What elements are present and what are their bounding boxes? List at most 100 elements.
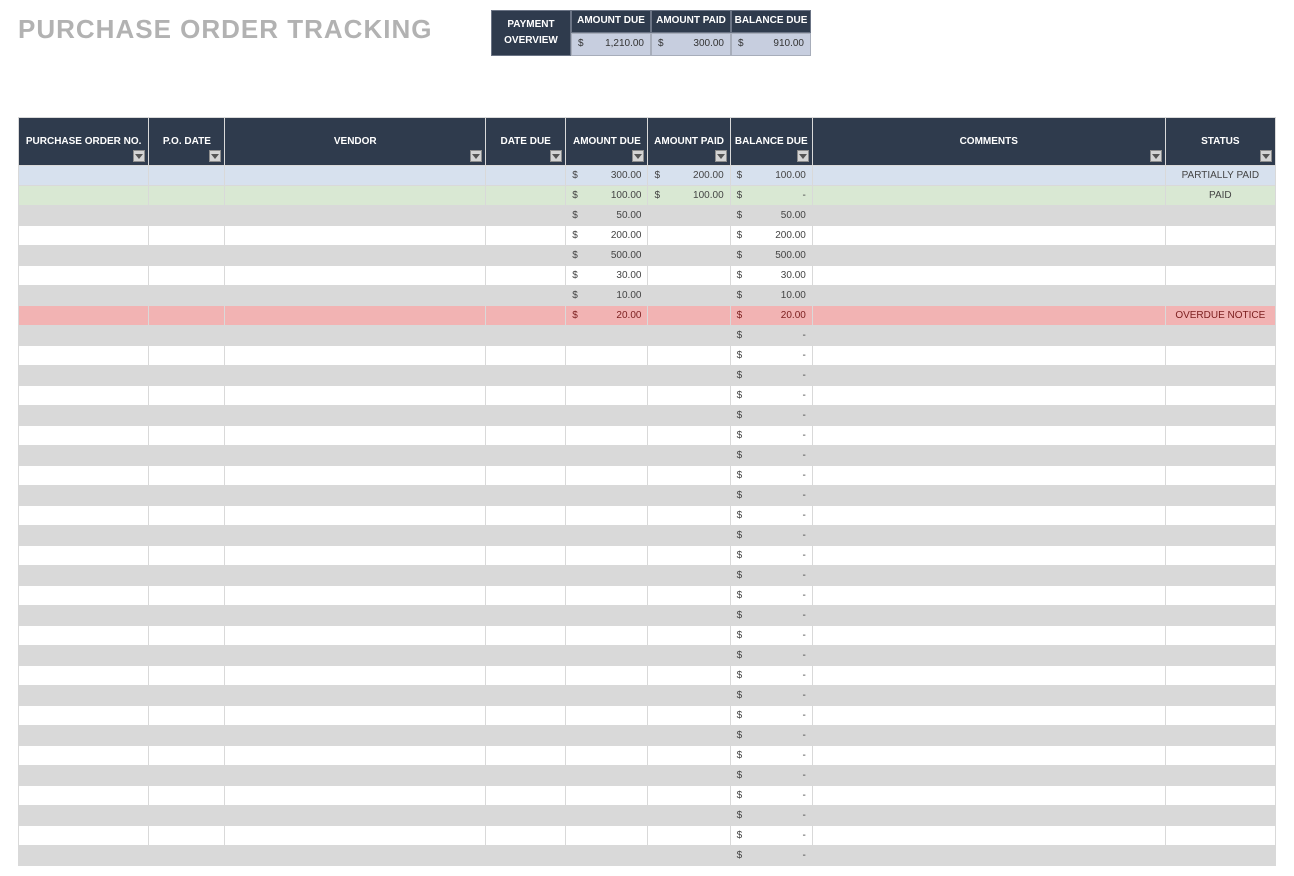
cell-balance-due[interactable]: $- — [730, 586, 812, 606]
table-row[interactable]: $- — [19, 606, 1276, 626]
cell-comments[interactable] — [812, 566, 1165, 586]
cell-balance-due[interactable]: $- — [730, 426, 812, 446]
cell-status[interactable] — [1165, 346, 1275, 366]
cell-status[interactable] — [1165, 726, 1275, 746]
col-header-comments[interactable]: COMMENTS — [812, 118, 1165, 166]
cell-date-due[interactable] — [486, 306, 566, 326]
cell-amount-due[interactable] — [566, 626, 648, 646]
col-header-po-no[interactable]: PURCHASE ORDER NO. — [19, 118, 149, 166]
cell-comments[interactable] — [812, 186, 1165, 206]
table-row[interactable]: $20.00$20.00OVERDUE NOTICE — [19, 306, 1276, 326]
cell-balance-due[interactable]: $- — [730, 606, 812, 626]
table-row[interactable]: $300.00$200.00$100.00PARTIALLY PAID — [19, 166, 1276, 186]
table-row[interactable]: $- — [19, 466, 1276, 486]
filter-icon[interactable] — [550, 150, 562, 162]
cell-amount-due[interactable]: $100.00 — [566, 186, 648, 206]
table-row[interactable]: $- — [19, 346, 1276, 366]
table-row[interactable]: $- — [19, 766, 1276, 786]
cell-po-no[interactable] — [19, 206, 149, 226]
cell-amount-due[interactable] — [566, 706, 648, 726]
cell-comments[interactable] — [812, 726, 1165, 746]
cell-po-no[interactable] — [19, 386, 149, 406]
cell-po-date[interactable] — [149, 606, 225, 626]
cell-vendor[interactable] — [225, 766, 486, 786]
cell-amount-paid[interactable] — [648, 746, 730, 766]
cell-balance-due[interactable]: $- — [730, 446, 812, 466]
cell-po-no[interactable] — [19, 486, 149, 506]
cell-status[interactable] — [1165, 326, 1275, 346]
table-row[interactable]: $- — [19, 506, 1276, 526]
cell-date-due[interactable] — [486, 346, 566, 366]
cell-po-date[interactable] — [149, 686, 225, 706]
table-row[interactable]: $- — [19, 406, 1276, 426]
cell-po-no[interactable] — [19, 506, 149, 526]
cell-date-due[interactable] — [486, 286, 566, 306]
cell-po-date[interactable] — [149, 826, 225, 846]
cell-po-no[interactable] — [19, 586, 149, 606]
cell-date-due[interactable] — [486, 746, 566, 766]
cell-amount-paid[interactable] — [648, 546, 730, 566]
cell-vendor[interactable] — [225, 666, 486, 686]
cell-comments[interactable] — [812, 386, 1165, 406]
cell-amount-due[interactable] — [566, 586, 648, 606]
cell-status[interactable] — [1165, 266, 1275, 286]
cell-vendor[interactable] — [225, 426, 486, 446]
cell-date-due[interactable] — [486, 646, 566, 666]
table-row[interactable]: $- — [19, 586, 1276, 606]
cell-status[interactable] — [1165, 566, 1275, 586]
cell-date-due[interactable] — [486, 606, 566, 626]
cell-vendor[interactable] — [225, 446, 486, 466]
cell-po-date[interactable] — [149, 366, 225, 386]
cell-vendor[interactable] — [225, 506, 486, 526]
cell-amount-paid[interactable] — [648, 326, 730, 346]
cell-amount-due[interactable]: $20.00 — [566, 306, 648, 326]
cell-balance-due[interactable]: $- — [730, 686, 812, 706]
cell-po-no[interactable] — [19, 446, 149, 466]
cell-amount-due[interactable] — [566, 766, 648, 786]
cell-vendor[interactable] — [225, 286, 486, 306]
cell-comments[interactable] — [812, 766, 1165, 786]
table-row[interactable]: $- — [19, 826, 1276, 846]
cell-po-date[interactable] — [149, 206, 225, 226]
cell-po-date[interactable] — [149, 586, 225, 606]
cell-amount-due[interactable] — [566, 326, 648, 346]
cell-date-due[interactable] — [486, 386, 566, 406]
table-row[interactable]: $- — [19, 326, 1276, 346]
cell-po-date[interactable] — [149, 386, 225, 406]
cell-date-due[interactable] — [486, 406, 566, 426]
cell-vendor[interactable] — [225, 786, 486, 806]
cell-comments[interactable] — [812, 346, 1165, 366]
cell-po-no[interactable] — [19, 306, 149, 326]
cell-amount-paid[interactable] — [648, 846, 730, 866]
cell-po-date[interactable] — [149, 286, 225, 306]
cell-po-no[interactable] — [19, 806, 149, 826]
cell-status[interactable] — [1165, 826, 1275, 846]
cell-comments[interactable] — [812, 426, 1165, 446]
cell-po-no[interactable] — [19, 746, 149, 766]
cell-amount-due[interactable]: $300.00 — [566, 166, 648, 186]
cell-vendor[interactable] — [225, 186, 486, 206]
cell-amount-due[interactable] — [566, 506, 648, 526]
cell-po-no[interactable] — [19, 226, 149, 246]
cell-balance-due[interactable]: $- — [730, 766, 812, 786]
cell-amount-due[interactable] — [566, 806, 648, 826]
cell-po-date[interactable] — [149, 646, 225, 666]
cell-comments[interactable] — [812, 646, 1165, 666]
cell-status[interactable] — [1165, 406, 1275, 426]
cell-status[interactable] — [1165, 626, 1275, 646]
cell-po-date[interactable] — [149, 806, 225, 826]
table-row[interactable]: $- — [19, 746, 1276, 766]
cell-balance-due[interactable]: $- — [730, 826, 812, 846]
cell-status[interactable] — [1165, 366, 1275, 386]
cell-po-date[interactable] — [149, 166, 225, 186]
cell-vendor[interactable] — [225, 686, 486, 706]
table-row[interactable]: $- — [19, 426, 1276, 446]
cell-po-no[interactable] — [19, 726, 149, 746]
cell-status[interactable] — [1165, 206, 1275, 226]
cell-date-due[interactable] — [486, 266, 566, 286]
cell-date-due[interactable] — [486, 426, 566, 446]
cell-vendor[interactable] — [225, 346, 486, 366]
cell-amount-due[interactable]: $10.00 — [566, 286, 648, 306]
table-row[interactable]: $- — [19, 626, 1276, 646]
cell-vendor[interactable] — [225, 366, 486, 386]
